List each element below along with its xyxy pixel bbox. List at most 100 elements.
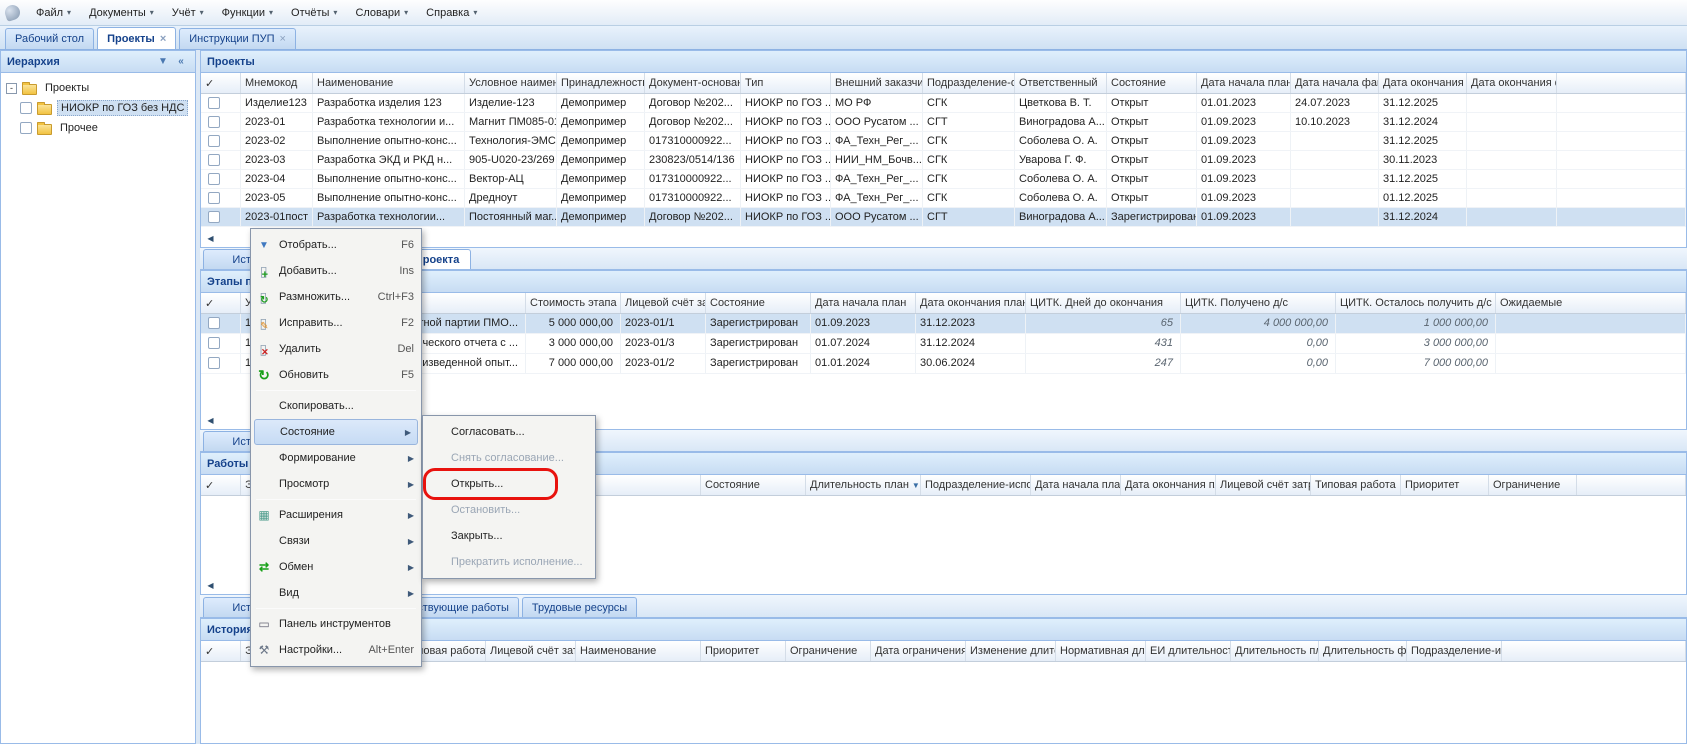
select-all-header[interactable]: ✓	[201, 641, 241, 661]
column-header[interactable]: ЦИТК. Осталось получить д/с	[1336, 293, 1496, 313]
menu-item[interactable]: Просмотр▶	[252, 471, 420, 497]
tab[interactable]: Проекты×	[97, 27, 176, 49]
tree-node[interactable]: НИОКР по ГОЗ без НДС	[1, 98, 195, 118]
column-header[interactable]: Дата окончания пл	[1379, 73, 1467, 93]
column-header[interactable]: Дата окончания план	[916, 293, 1026, 313]
menubar-item[interactable]: Функции▾	[213, 3, 282, 23]
row-checkbox[interactable]	[208, 192, 220, 204]
menubar-item[interactable]: Файл▾	[27, 3, 80, 23]
menubar-item[interactable]: Учёт▾	[163, 3, 213, 23]
grid-row[interactable]: 2023-04Выполнение опытно-конс...Вектор-А…	[201, 170, 1686, 189]
menu-item[interactable]: Добавить...Ins	[252, 258, 420, 284]
column-header[interactable]: Наименование	[576, 641, 701, 661]
row-checkbox[interactable]	[208, 154, 220, 166]
menu-item[interactable]: Исправить...F2	[252, 310, 420, 336]
menu-item[interactable]: Скопировать...	[252, 393, 420, 419]
grid-row[interactable]: 1изведенной опыт...7 000 000,002023-01/2…	[201, 354, 1686, 374]
grid-row[interactable]: 2023-01Разработка технологии и...Магнит …	[201, 113, 1686, 132]
column-header[interactable]: Состояние	[706, 293, 811, 313]
column-header[interactable]	[1502, 641, 1686, 661]
tab-close-icon[interactable]: ×	[280, 34, 286, 44]
column-header[interactable]: Ожидаемые	[1496, 293, 1686, 313]
column-header[interactable]: Ответственный	[1015, 73, 1107, 93]
tab-close-icon[interactable]: ×	[160, 34, 166, 44]
column-header[interactable]: Наименование	[313, 73, 465, 93]
column-header[interactable]: ЦИТК. Получено д/с	[1181, 293, 1336, 313]
column-header[interactable]: Лицевой счёт затрат	[621, 293, 706, 313]
menu-item[interactable]: Отобрать...F6	[252, 232, 420, 258]
tree-node[interactable]: Прочее	[1, 118, 195, 138]
menubar-item[interactable]: Справка▾	[417, 3, 486, 23]
scroll-left-button[interactable]: ◀	[203, 413, 218, 428]
column-header[interactable]	[1557, 73, 1686, 93]
grid-row[interactable]: 2023-02Выполнение опытно-конс...Технолог…	[201, 132, 1686, 151]
tree-expander-icon[interactable]: -	[6, 83, 17, 94]
grid-row[interactable]: 2023-01постРазработка технологии...Посто…	[201, 208, 1686, 227]
column-header[interactable]: Подразделение-от	[923, 73, 1015, 93]
column-header[interactable]: Дата начала план.	[1031, 475, 1121, 495]
menu-item[interactable]: Расширения▶	[252, 502, 420, 528]
row-checkbox[interactable]	[208, 116, 220, 128]
column-header[interactable]: Лицевой счёт затр	[1216, 475, 1311, 495]
column-header[interactable]: Состояние	[701, 475, 806, 495]
grid-row[interactable]: 1ческого отчета с ...3 000 000,002023-01…	[201, 334, 1686, 354]
column-header[interactable]: Длительность пла	[1231, 641, 1319, 661]
column-header[interactable]: Стоимость этапа	[526, 293, 621, 313]
column-header[interactable]: Дата ограничения	[871, 641, 966, 661]
collapse-panel-button[interactable]: «	[173, 54, 189, 70]
column-header[interactable]: Подразделение-исполнитель	[921, 475, 1031, 495]
column-header[interactable]: Ограничение	[786, 641, 871, 661]
column-header[interactable]: Дата окончания ф	[1467, 73, 1557, 93]
column-header[interactable]: Дата окончания план	[1121, 475, 1216, 495]
scroll-left-button[interactable]: ◀	[203, 578, 218, 593]
tab[interactable]: Инструкции ПУП×	[179, 28, 296, 49]
column-header[interactable]: ЕИ длительности	[1146, 641, 1231, 661]
column-header[interactable]: Внешний заказчик	[831, 73, 923, 93]
tab[interactable]: Рабочий стол	[5, 28, 94, 49]
menu-item[interactable]: Обмен▶	[252, 554, 420, 580]
tree-node[interactable]: -Проекты	[1, 78, 195, 98]
column-header[interactable]: Изменение длител	[966, 641, 1056, 661]
grid-row[interactable]: 2023-05Выполнение опытно-конс...Дредноут…	[201, 189, 1686, 208]
column-header[interactable]: Типовая работа	[1311, 475, 1401, 495]
menu-item[interactable]: УдалитьDel	[252, 336, 420, 362]
column-header[interactable]: Нормативная длит	[1056, 641, 1146, 661]
column-header[interactable]: Дата начала факт	[1291, 73, 1379, 93]
column-header[interactable]: Принадлежность	[557, 73, 645, 93]
column-header[interactable]: Лицевой счёт затр	[486, 641, 576, 661]
menu-item[interactable]: Настройки...Alt+Enter	[252, 637, 420, 663]
row-checkbox[interactable]	[208, 357, 220, 369]
tree-checkbox[interactable]	[20, 122, 32, 134]
menu-item[interactable]: Закрыть...	[424, 523, 594, 549]
column-header[interactable]: Дата начала план.	[1197, 73, 1291, 93]
menubar-item[interactable]: Документы▾	[80, 3, 163, 23]
menu-item[interactable]: Панель инструментов	[252, 611, 420, 637]
tab[interactable]: Трудовые ресурсы	[522, 597, 637, 617]
menu-item[interactable]: ОбновитьF5	[252, 362, 420, 388]
row-checkbox[interactable]	[208, 135, 220, 147]
select-all-header[interactable]: ✓	[201, 475, 241, 495]
column-header[interactable]: Приоритет	[1401, 475, 1489, 495]
menu-item[interactable]: Формирование▶	[252, 445, 420, 471]
column-header[interactable]: Документ-основан	[645, 73, 741, 93]
row-checkbox[interactable]	[208, 173, 220, 185]
column-header[interactable]: Длительность фак	[1319, 641, 1407, 661]
grid-row[interactable]: 1тной партии ПМО...5 000 000,002023-01/1…	[201, 314, 1686, 334]
row-checkbox[interactable]	[208, 317, 220, 329]
column-header[interactable]: Подразделение-ис	[1407, 641, 1502, 661]
row-checkbox[interactable]	[208, 337, 220, 349]
column-header[interactable]: Длительность план▼	[806, 475, 921, 495]
column-header[interactable]: Состояние	[1107, 73, 1197, 93]
grid-row[interactable]: 2023-03Разработка ЭКД и РКД н...905-U020…	[201, 151, 1686, 170]
row-checkbox[interactable]	[208, 211, 220, 223]
menu-item[interactable]: Связи▶	[252, 528, 420, 554]
select-all-header[interactable]: ✓	[201, 293, 241, 313]
row-checkbox[interactable]	[208, 97, 220, 109]
column-header[interactable]: Условное наименова	[465, 73, 557, 93]
column-header[interactable]: Тип	[741, 73, 831, 93]
menu-item[interactable]: Размножить...Ctrl+F3	[252, 284, 420, 310]
column-header[interactable]: Дата начала план	[811, 293, 916, 313]
select-all-header[interactable]: ✓	[201, 73, 241, 93]
menu-item[interactable]: Открыть...	[424, 471, 594, 497]
column-header[interactable]: Мнемокод	[241, 73, 313, 93]
